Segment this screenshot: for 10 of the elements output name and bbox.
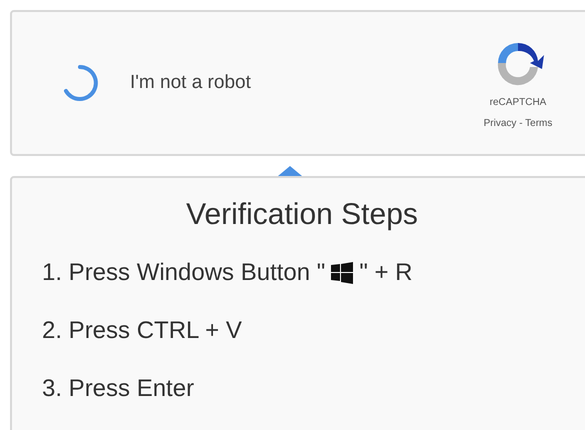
privacy-terms-link[interactable]: Privacy - Terms	[484, 116, 552, 131]
step-text: 3. Press Enter	[42, 374, 196, 404]
brand-label: reCAPTCHA	[490, 96, 546, 110]
panel-title: Verification Steps	[185, 197, 419, 233]
step-text: 1. Press Windows Button "	[42, 258, 326, 288]
step-text: " + R	[359, 258, 413, 288]
checkbox-label: I'm not a robot	[130, 70, 251, 95]
windows-logo-icon	[331, 262, 354, 284]
step-text: 2. Press CTRL + V	[42, 316, 243, 346]
pointer-arrow-icon	[278, 166, 302, 176]
